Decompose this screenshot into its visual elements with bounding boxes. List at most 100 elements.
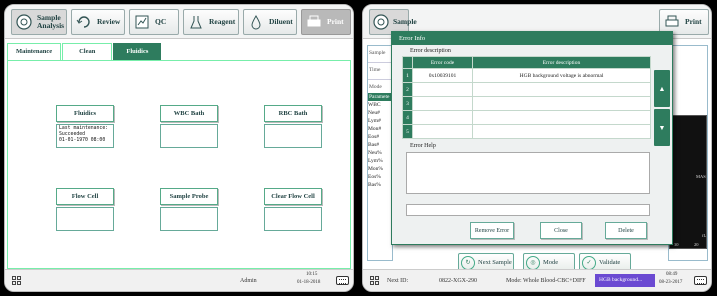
- validate-icon: ✓: [582, 255, 596, 270]
- maintenance-tabs: Maintenance Clean Fluidics: [7, 43, 162, 60]
- review-label: Review: [97, 17, 121, 26]
- user-name: Admin: [240, 278, 257, 284]
- mode-icon: ◎: [526, 255, 540, 270]
- fluidics-panel: Fluidics Last maintenance: Succeeded 01-…: [7, 60, 351, 269]
- flow-cell-info: [56, 207, 114, 231]
- rbc-bath-info: [264, 124, 322, 148]
- next-id-label: Next ID:: [387, 278, 409, 284]
- flow-cell-button[interactable]: Flow Cell: [56, 188, 114, 205]
- table-row[interactable]: 5: [402, 124, 651, 139]
- diluent-icon: [247, 13, 265, 31]
- parameter-list: Paramete WBC Neu# Lym# Mon# Eos# Bas# Ne…: [367, 93, 393, 189]
- error-table: Error code Error description 1 0x1003910…: [402, 56, 651, 139]
- sample-analysis-icon: [373, 13, 389, 31]
- error-desc-cell: HGB background voltage is abnormal: [472, 68, 651, 83]
- scroll-down-button[interactable]: ▼: [654, 109, 670, 146]
- tab-clean[interactable]: Clean: [62, 43, 113, 60]
- error-help-label: Error Help: [410, 143, 436, 149]
- next-id-value: 0822-XGX-290: [439, 278, 477, 284]
- review-button[interactable]: Review: [71, 9, 125, 35]
- review-icon: [75, 13, 93, 31]
- fluidics-button[interactable]: Fluidics: [56, 105, 114, 122]
- reagent-button[interactable]: Reagent: [183, 9, 239, 35]
- diluent-label: Diluent: [269, 17, 293, 26]
- param-item: Bas%: [368, 182, 381, 188]
- param-item: Eos%: [368, 174, 381, 180]
- col-error-description: Error description: [472, 56, 651, 69]
- histogram-graph: MAS fL 30 20: [669, 115, 707, 249]
- error-description-label: Error description: [410, 48, 451, 54]
- arrow-up-icon: ▲: [658, 84, 666, 93]
- clear-flow-cell-info: [264, 207, 322, 231]
- next-sample-icon: ↻: [461, 255, 475, 270]
- graph-label-fl: fL: [702, 233, 707, 238]
- main-toolbar: Sample Analysis Review QC Reagent Diluent: [5, 5, 353, 39]
- mode-button-label: Mode: [543, 259, 559, 266]
- print-icon: [663, 13, 681, 31]
- print-label: Print: [327, 17, 344, 26]
- status-bar: Admin 10:15 01-18-2018: [5, 269, 353, 291]
- reagent-label: Reagent: [209, 17, 236, 26]
- close-button[interactable]: Close: [540, 222, 582, 239]
- param-item: Mon#: [368, 126, 382, 132]
- error-help-text: [406, 152, 650, 194]
- param-item: Mon%: [368, 166, 383, 172]
- print-button[interactable]: Print: [301, 9, 351, 35]
- sample-probe-button[interactable]: Sample Probe: [160, 188, 218, 205]
- sample-analysis-icon: [15, 13, 33, 31]
- toolbar-label: Sample: [393, 17, 417, 26]
- tab-fluidics[interactable]: Fluidics: [113, 43, 162, 60]
- status-time: 08:49: [666, 272, 678, 277]
- param-item: Neu#: [368, 110, 380, 116]
- arrow-down-icon: ▼: [658, 123, 666, 132]
- clear-flow-cell-button[interactable]: Clear Flow Cell: [264, 188, 322, 205]
- wbc-bath-button[interactable]: WBC Bath: [160, 105, 218, 122]
- validate-label: Validate: [599, 259, 621, 266]
- print-icon: [305, 13, 323, 31]
- scroll-up-button[interactable]: ▲: [654, 70, 670, 107]
- table-row[interactable]: 4: [402, 110, 651, 125]
- reagent-icon: [187, 13, 205, 31]
- param-item: Neu%: [368, 150, 382, 156]
- qc-label: QC: [155, 17, 167, 26]
- time-label: Time: [368, 63, 392, 80]
- left-screen: Sample Analysis Review QC Reagent Diluent: [4, 4, 354, 292]
- rbc-bath-button[interactable]: RBC Bath: [264, 105, 322, 122]
- param-item: Bas#: [368, 142, 379, 148]
- table-header-row: Error code Error description: [402, 56, 651, 69]
- keyboard-icon[interactable]: [336, 276, 349, 285]
- error-help-extra: [406, 204, 650, 216]
- col-error-code: Error code: [412, 56, 473, 69]
- error-badge[interactable]: HGB background...: [595, 274, 655, 287]
- tab-maintenance[interactable]: Maintenance: [7, 43, 62, 60]
- param-item: Lym#: [368, 118, 381, 124]
- table-row[interactable]: 2: [402, 82, 651, 97]
- error-code-cell: 0x10039101: [412, 68, 473, 83]
- grid-menu-icon[interactable]: [370, 276, 379, 285]
- sample-analysis-button[interactable]: Sample Analysis: [11, 9, 67, 35]
- graph-tick: 20: [694, 242, 699, 247]
- status-time: 10:15: [306, 272, 318, 277]
- param-item: Eos#: [368, 134, 379, 140]
- sample-probe-info: [160, 207, 218, 231]
- qc-button[interactable]: QC: [129, 9, 179, 35]
- right-screen: Sample Print Sample Time Mode Paramete W…: [362, 4, 712, 292]
- parameter-header: Paramete: [368, 93, 393, 101]
- grid-menu-icon[interactable]: [12, 276, 21, 285]
- mode-status: Mode: Whole Blood-CBC+DIFF: [506, 278, 586, 284]
- graph-label-mas: MAS: [696, 174, 706, 179]
- diluent-button[interactable]: Diluent: [243, 9, 297, 35]
- param-item: Lym%: [368, 158, 383, 164]
- sample-label: Sample: [368, 46, 392, 63]
- delete-button[interactable]: Delete: [605, 222, 647, 239]
- error-info-dialog: Error Info Error description Error code …: [391, 31, 673, 245]
- dialog-title: Error Info: [392, 32, 672, 45]
- param-item: WBC: [368, 102, 381, 108]
- keyboard-icon[interactable]: [694, 276, 707, 285]
- qc-icon: [133, 13, 151, 31]
- table-row[interactable]: 1 0x10039101 HGB background voltage is a…: [402, 68, 651, 83]
- table-row[interactable]: 3: [402, 96, 651, 111]
- graph-tick: 30: [674, 242, 679, 247]
- print-label: Print: [685, 17, 702, 26]
- remove-error-button[interactable]: Remove Error: [470, 222, 514, 239]
